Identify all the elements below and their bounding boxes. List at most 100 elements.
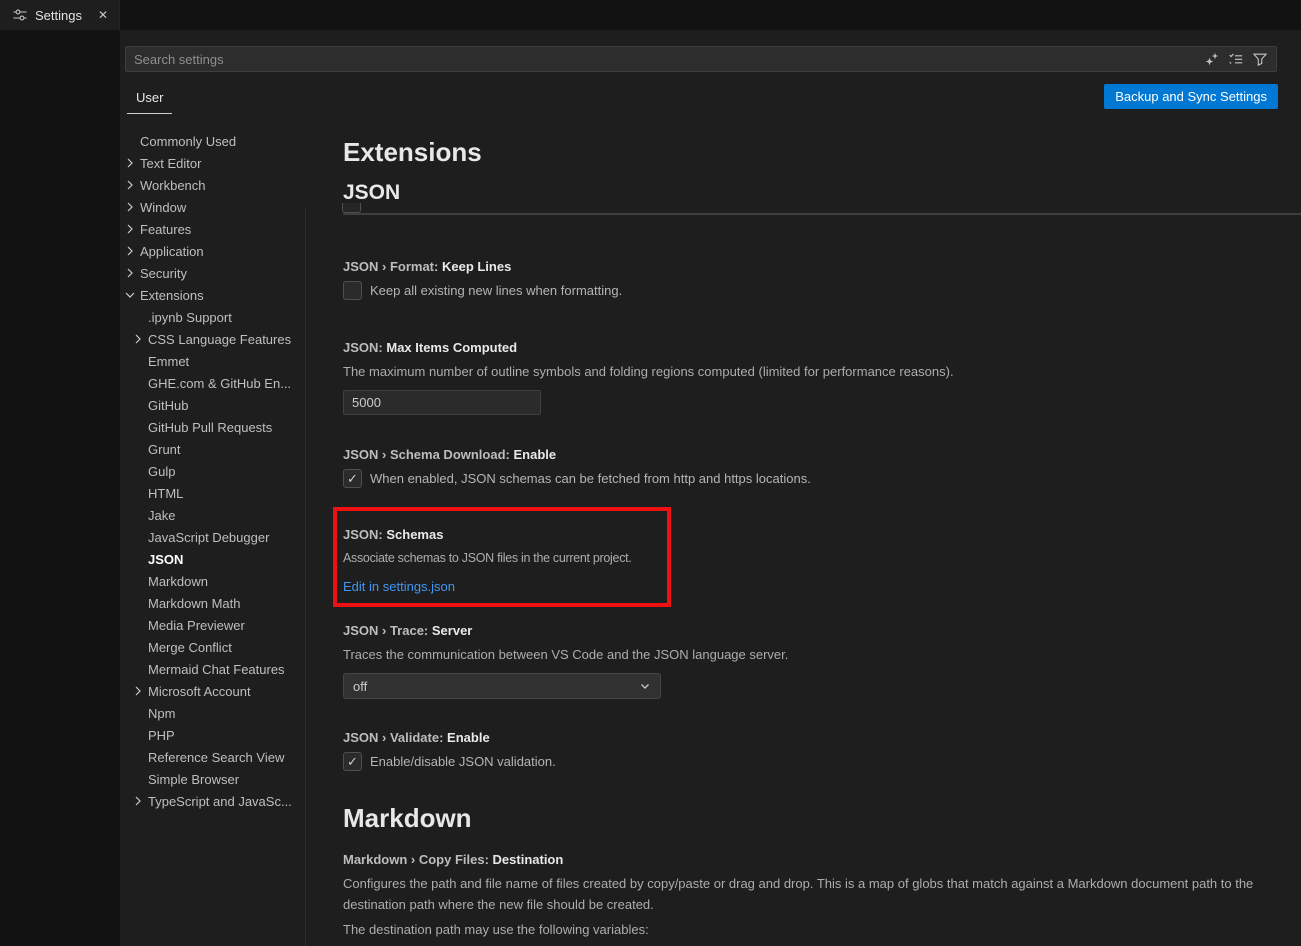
toc-item-label: Workbench	[140, 178, 206, 193]
backup-sync-button[interactable]: Backup and Sync Settings	[1104, 84, 1278, 109]
toc-item-label: Text Editor	[140, 156, 201, 171]
toc-item-label: Reference Search View	[148, 750, 284, 765]
toc-item-label: Merge Conflict	[148, 640, 232, 655]
toc-item[interactable]: Reference Search View	[122, 746, 310, 768]
chevron-right-icon[interactable]	[122, 221, 138, 237]
toc-item[interactable]: Features	[122, 218, 310, 240]
toc-item[interactable]: Markdown Math	[122, 592, 310, 614]
toc-item-label: GitHub	[148, 398, 188, 413]
toc-item-label: Gulp	[148, 464, 175, 479]
setting-label: Markdown › Copy Files: Destination	[343, 851, 1263, 869]
toc-item[interactable]: Application	[122, 240, 310, 262]
chevron-right-icon[interactable]	[122, 265, 138, 281]
checkbox-row: ✓ When enabled, JSON schemas can be fetc…	[343, 469, 1263, 488]
setting-label: JSON › Validate: Enable	[343, 729, 1263, 747]
toc-item[interactable]: HTML	[122, 482, 310, 504]
setting-label: JSON › Trace: Server	[343, 622, 1263, 640]
toc-item[interactable]: JSON	[122, 548, 310, 570]
setting-label: JSON › Schema Download: Enable	[343, 446, 1263, 464]
toc-item[interactable]: Npm	[122, 702, 310, 724]
toc-item[interactable]: GHE.com & GitHub En...	[122, 372, 310, 394]
chevron-down-icon	[637, 678, 653, 694]
edit-in-settings-json-link[interactable]: Edit in settings.json	[343, 579, 455, 594]
checkbox-label: Keep all existing new lines when formatt…	[370, 283, 622, 298]
toc-item[interactable]: Workbench	[122, 174, 310, 196]
setting-description: Configures the path and file name of fil…	[343, 873, 1263, 915]
chevron-right-icon[interactable]	[122, 177, 138, 193]
toc-item[interactable]: GitHub	[122, 394, 310, 416]
toc-item[interactable]: Grunt	[122, 438, 310, 460]
setting-json-trace-server: JSON › Trace: Server Traces the communic…	[343, 622, 1263, 699]
toc-item[interactable]: Gulp	[122, 460, 310, 482]
toc-item-label: JavaScript Debugger	[148, 530, 269, 545]
setting-label: JSON › Format: Keep Lines	[343, 258, 1263, 276]
toc-item[interactable]: Security	[122, 262, 310, 284]
toc-item[interactable]: JavaScript Debugger	[122, 526, 310, 548]
toc-item-label: GitHub Pull Requests	[148, 420, 272, 435]
toc-item-label: Jake	[148, 508, 175, 523]
chevron-right-icon[interactable]	[130, 683, 146, 699]
chevron-right-icon[interactable]	[122, 199, 138, 215]
toc-item-label: HTML	[148, 486, 183, 501]
toc-item-label: Application	[140, 244, 204, 259]
toc-item[interactable]: Emmet	[122, 350, 310, 372]
settings-content: Extensions JSON JSON › Format: Keep Line…	[343, 130, 1263, 940]
toc-item-label: PHP	[148, 728, 175, 743]
checkbox-unchecked[interactable]	[343, 281, 362, 300]
setting-markdown-copy-files-destination: Markdown › Copy Files: Destination Confi…	[343, 851, 1263, 940]
toc-item-label: CSS Language Features	[148, 332, 291, 347]
toc-item[interactable]: Markdown	[122, 570, 310, 592]
group-title-markdown: Markdown	[343, 802, 1263, 834]
search-settings-bar	[125, 46, 1277, 72]
search-bar-actions	[1204, 51, 1276, 67]
toc-item[interactable]: GitHub Pull Requests	[122, 416, 310, 438]
select-value: off	[353, 679, 637, 694]
close-icon[interactable]: ✕	[95, 7, 111, 23]
toc-item[interactable]: Merge Conflict	[122, 636, 310, 658]
toc-item[interactable]: Microsoft Account	[122, 680, 310, 702]
toc-item-label: Grunt	[148, 442, 181, 457]
toc-item-label: Mermaid Chat Features	[148, 662, 285, 677]
trace-server-select[interactable]: off	[343, 673, 661, 699]
toc-item[interactable]: Commonly Used	[122, 130, 310, 152]
toc-item[interactable]: CSS Language Features	[122, 328, 310, 350]
setting-description-2: The destination path may use the followi…	[343, 919, 1263, 940]
toc-item-label: Simple Browser	[148, 772, 239, 787]
toc-item[interactable]: Jake	[122, 504, 310, 526]
setting-json-max-items-computed: JSON: Max Items Computed The maximum num…	[343, 339, 1263, 415]
search-input[interactable]	[126, 47, 1204, 71]
tab-user-scope[interactable]: User	[127, 88, 172, 114]
toc-item-label: GHE.com & GitHub En...	[148, 376, 291, 391]
filter-funnel-icon[interactable]	[1252, 51, 1268, 67]
toc-item-label: Window	[140, 200, 186, 215]
max-items-input[interactable]	[343, 390, 541, 415]
chevron-right-icon[interactable]	[130, 793, 146, 809]
setting-label: JSON: Max Items Computed	[343, 339, 1263, 357]
toc-item[interactable]: PHP	[122, 724, 310, 746]
setting-json-schema-download-enable: JSON › Schema Download: Enable ✓ When en…	[343, 446, 1263, 488]
toc-divider[interactable]	[305, 208, 306, 946]
chevron-right-icon[interactable]	[122, 287, 138, 303]
ai-sparkle-icon[interactable]	[1204, 51, 1220, 67]
chevron-right-icon[interactable]	[130, 331, 146, 347]
toc-item[interactable]: Simple Browser	[122, 768, 310, 790]
checkbox-checked[interactable]: ✓	[343, 469, 362, 488]
settings-sliders-icon	[12, 7, 28, 23]
tab-settings[interactable]: Settings ✕	[0, 0, 120, 30]
toc-item[interactable]: Mermaid Chat Features	[122, 658, 310, 680]
chevron-right-icon[interactable]	[122, 155, 138, 171]
toc-item[interactable]: Extensions	[122, 284, 310, 306]
toc-item[interactable]: Text Editor	[122, 152, 310, 174]
chevron-right-icon[interactable]	[122, 243, 138, 259]
checkbox-label: When enabled, JSON schemas can be fetche…	[370, 471, 811, 486]
check-icon: ✓	[347, 754, 358, 770]
checkbox-row: ✓ Enable/disable JSON validation.	[343, 752, 1263, 771]
toc-item[interactable]: .ipynb Support	[122, 306, 310, 328]
toc-item[interactable]: Media Previewer	[122, 614, 310, 636]
checklist-icon[interactable]	[1228, 51, 1244, 67]
toc-item-label: Features	[140, 222, 191, 237]
toc-item[interactable]: TypeScript and JavaSc...	[122, 790, 310, 812]
toc-item-label: TypeScript and JavaSc...	[148, 794, 292, 809]
toc-item[interactable]: Window	[122, 196, 310, 218]
checkbox-checked[interactable]: ✓	[343, 752, 362, 771]
